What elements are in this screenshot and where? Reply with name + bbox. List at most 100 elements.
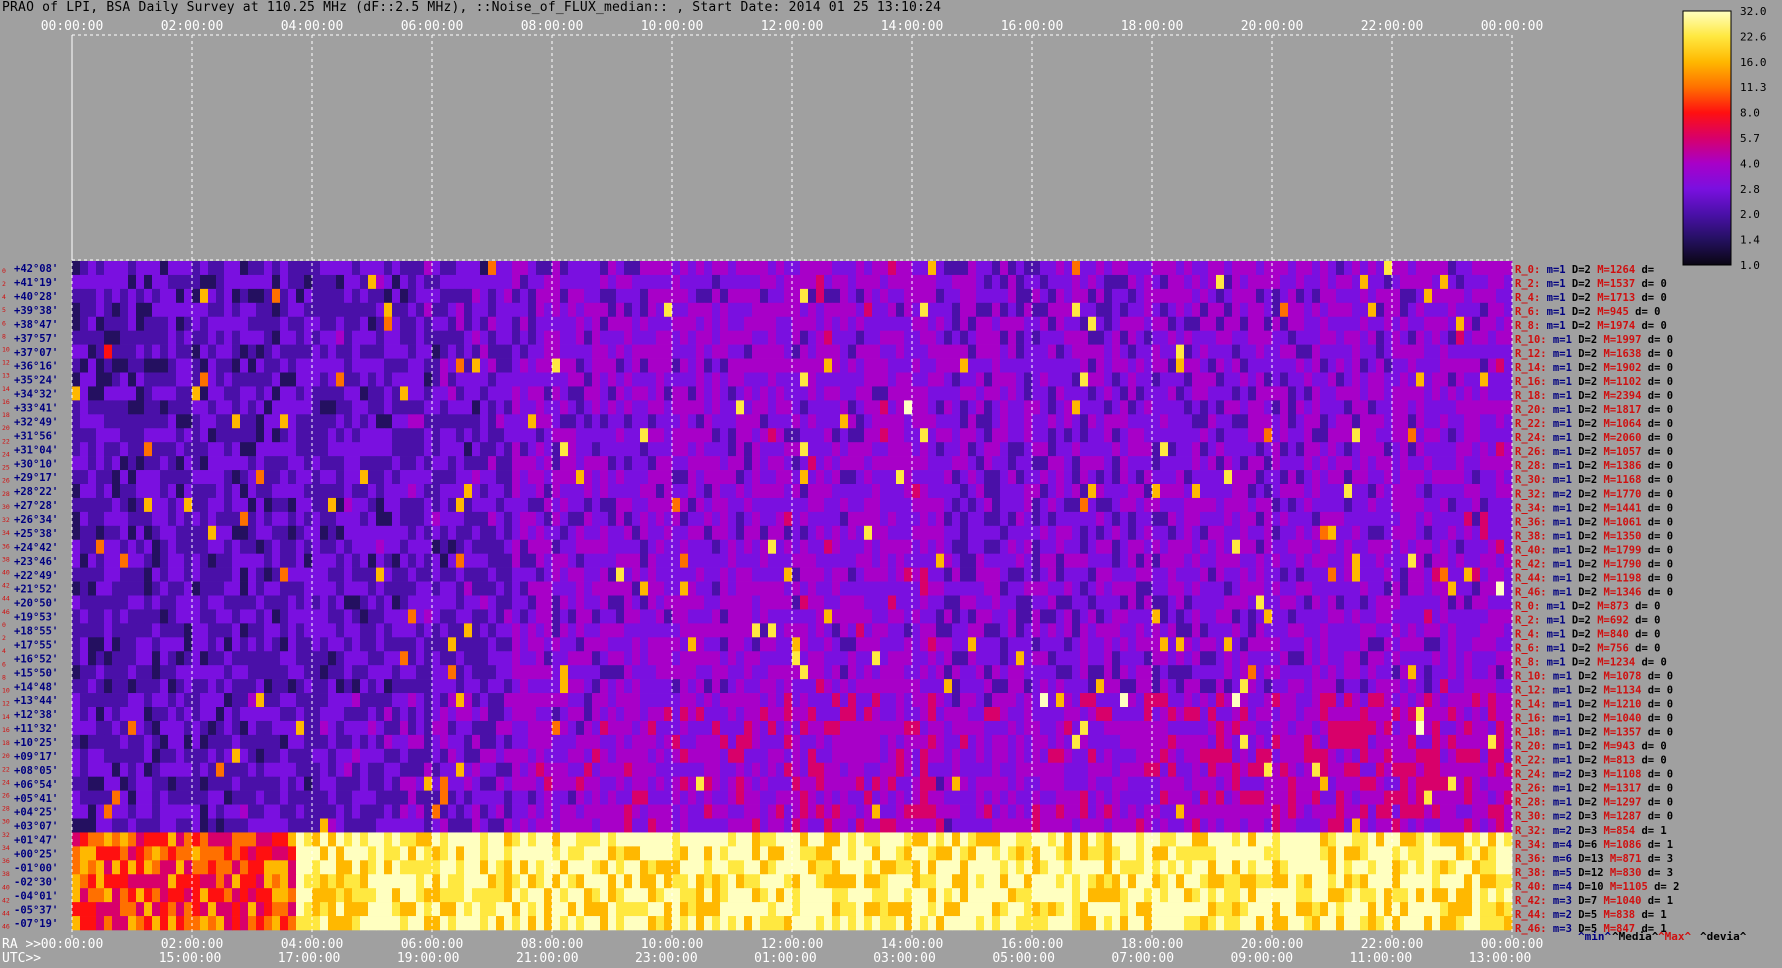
- heatmap-cell: [720, 344, 729, 359]
- heatmap-cell: [672, 595, 681, 610]
- heatmap-cell: [152, 567, 161, 582]
- heatmap-cell: [232, 637, 241, 652]
- heatmap-cell: [1424, 302, 1433, 318]
- heatmap-cell: [112, 553, 121, 568]
- heatmap-cell: [1136, 330, 1145, 345]
- heatmap-cell: [1400, 539, 1409, 554]
- heatmap-cell: [1296, 525, 1305, 541]
- heatmap-cell: [504, 581, 513, 596]
- heatmap-cell: [1264, 358, 1273, 373]
- heatmap-cell: [112, 567, 121, 582]
- heatmap-cell: [680, 274, 689, 290]
- heatmap-cell: [952, 484, 961, 499]
- heatmap-cell: [256, 261, 265, 276]
- heatmap-cell: [432, 497, 441, 513]
- heatmap-cell: [1464, 553, 1473, 568]
- heatmap-cell: [1016, 316, 1025, 331]
- heatmap-cell: [376, 274, 385, 290]
- heatmap-cell: [608, 386, 617, 401]
- heatmap-cell: [856, 316, 865, 331]
- heatmap-cell: [480, 497, 489, 513]
- heatmap-cell: [272, 428, 281, 443]
- heatmap-cell: [992, 288, 1001, 304]
- heatmap-cell: [400, 386, 409, 401]
- heatmap-cell: [552, 414, 561, 429]
- heatmap-cell: [1248, 595, 1257, 610]
- heatmap-cell: [824, 302, 833, 318]
- heatmap-cell: [1160, 330, 1169, 345]
- heatmap-cell: [888, 442, 897, 457]
- heatmap-cell: [688, 400, 697, 415]
- heatmap-cell: [1104, 316, 1113, 331]
- heatmap-cell: [312, 581, 321, 596]
- heatmap-cell: [848, 316, 857, 331]
- heatmap-cell: [1200, 316, 1209, 331]
- heatmap-cell: [1184, 372, 1193, 387]
- heatmap-cell: [160, 497, 169, 513]
- heatmap-cell: [344, 386, 353, 401]
- heatmap-cell: [1320, 330, 1329, 345]
- heatmap-cell: [848, 274, 857, 290]
- heatmap-cell: [592, 372, 601, 387]
- heatmap-cell: [280, 302, 289, 318]
- heatmap-cell: [1352, 567, 1361, 582]
- heatmap-cell: [384, 553, 393, 568]
- heatmap-cell: [888, 330, 897, 345]
- heatmap-cell: [976, 470, 985, 485]
- heatmap-cell: [1144, 358, 1153, 373]
- heatmap-cell: [856, 539, 865, 554]
- heatmap-cell: [1360, 525, 1369, 541]
- heatmap-cell: [368, 428, 377, 443]
- heatmap-cell: [1272, 386, 1281, 401]
- heatmap-cell: [856, 553, 865, 568]
- heatmap-cell: [1288, 609, 1297, 624]
- heatmap-cell: [512, 372, 521, 387]
- heatmap-cell: [600, 344, 609, 359]
- heatmap-cell: [1448, 316, 1457, 331]
- heatmap-cell: [80, 553, 89, 568]
- heatmap-cell: [1384, 372, 1393, 387]
- heatmap-cell: [592, 344, 601, 359]
- heatmap-cell: [136, 484, 145, 499]
- heatmap-cell: [976, 330, 985, 345]
- heatmap-cell: [1048, 330, 1057, 345]
- heatmap-cell: [1320, 484, 1329, 499]
- heatmap-cell: [576, 511, 585, 527]
- heatmap-cell: [816, 497, 825, 513]
- heatmap-cell: [1064, 581, 1073, 596]
- heatmap-cell: [408, 637, 417, 652]
- heatmap-cell: [736, 470, 745, 485]
- heatmap-cell: [784, 302, 793, 318]
- heatmap-cell: [1480, 442, 1489, 457]
- heatmap-cell: [1464, 316, 1473, 331]
- heatmap-cell: [192, 358, 201, 373]
- heatmap-cell: [856, 428, 865, 443]
- heatmap-cell: [992, 316, 1001, 331]
- heatmap-cell: [400, 623, 409, 638]
- heatmap-cell: [1280, 497, 1289, 513]
- heatmap-cell: [944, 525, 953, 541]
- heatmap-cell: [1296, 261, 1305, 276]
- heatmap-cell: [456, 316, 465, 331]
- heatmap-cell: [792, 358, 801, 373]
- heatmap-cell: [648, 302, 657, 318]
- heatmap-cell: [1288, 511, 1297, 527]
- heatmap-cell: [784, 595, 793, 610]
- heatmap-cell: [680, 344, 689, 359]
- heatmap-cell: [1088, 274, 1097, 290]
- heatmap-cell: [1352, 470, 1361, 485]
- heatmap-cell: [832, 358, 841, 373]
- heatmap-cell: [984, 400, 993, 415]
- heatmap-cell: [680, 302, 689, 318]
- heatmap-cell: [1152, 344, 1161, 359]
- heatmap-cell: [1240, 511, 1249, 527]
- heatmap-cell: [576, 539, 585, 554]
- heatmap-cell: [328, 442, 337, 457]
- heatmap-cell: [992, 623, 1001, 638]
- heatmap-cell: [472, 428, 481, 443]
- heatmap-cell: [648, 497, 657, 513]
- heatmap-cell: [176, 372, 185, 387]
- heatmap-cell: [1080, 456, 1089, 471]
- heatmap-cell: [984, 358, 993, 373]
- heatmap-cell: [384, 484, 393, 499]
